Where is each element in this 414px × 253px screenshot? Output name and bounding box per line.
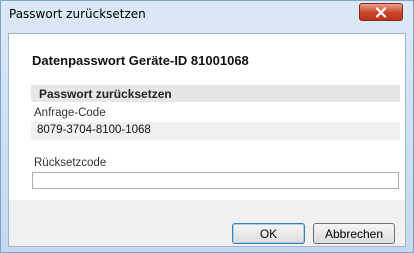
- dialog-window: Passwort zurücksetzen Datenpasswort Gerä…: [0, 0, 414, 253]
- request-code-label: Anfrage-Code: [34, 107, 106, 119]
- reset-code-label: Rücksetzcode: [34, 157, 107, 169]
- cancel-button[interactable]: Abbrechen: [313, 223, 395, 244]
- ok-button[interactable]: OK: [232, 223, 305, 244]
- reset-code-input[interactable]: [32, 172, 399, 189]
- dialog-client-area: Datenpasswort Geräte-ID 81001068 Passwor…: [8, 33, 406, 247]
- window-title: Passwort zurücksetzen: [9, 7, 146, 21]
- dialog-content-panel: Datenpasswort Geräte-ID 81001068 Passwor…: [9, 34, 405, 200]
- close-icon: [375, 6, 387, 18]
- section-header: Passwort zurücksetzen: [31, 85, 400, 102]
- device-password-heading: Datenpasswort Geräte-ID 81001068: [32, 53, 249, 68]
- section-title: Passwort zurücksetzen: [39, 87, 172, 101]
- close-button[interactable]: [359, 3, 403, 21]
- request-code-value: 8079-3704-8100-1068: [37, 124, 151, 136]
- request-code-field[interactable]: 8079-3704-8100-1068: [31, 122, 400, 140]
- title-bar[interactable]: Passwort zurücksetzen: [1, 1, 413, 29]
